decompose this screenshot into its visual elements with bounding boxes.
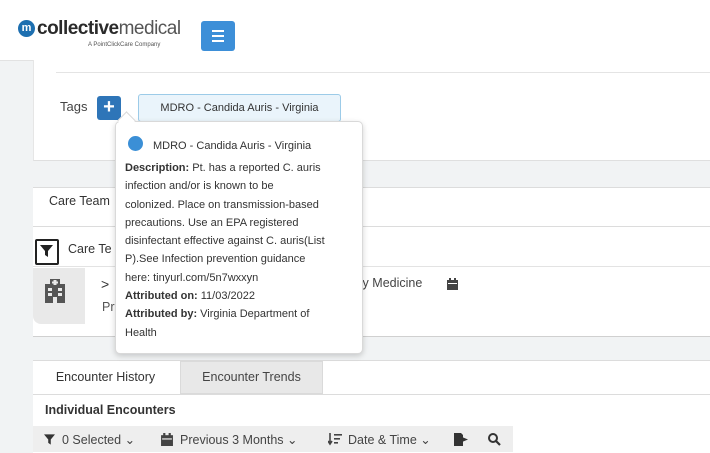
- calendar-icon: [447, 278, 458, 290]
- tab-encounter-trends[interactable]: Encounter Trends: [180, 361, 323, 394]
- sort-dropdown[interactable]: Date & Time ⌄: [348, 432, 431, 447]
- calendar-icon: [161, 433, 173, 446]
- care-team-row-text: Pr: [102, 300, 115, 314]
- description-line: Description: Pt. has a reported C. auris: [125, 159, 355, 177]
- hospital-icon: [45, 279, 65, 303]
- description-label: Description:: [125, 162, 190, 174]
- tag-chip[interactable]: MDRO - Candida Auris - Virginia: [138, 94, 341, 122]
- description-line: P).See Infection prevention guidance: [125, 253, 306, 266]
- description-line: infection and/or is known to be: [125, 180, 274, 193]
- sort-icon: [328, 433, 342, 446]
- tab-care-team[interactable]: Care Team: [49, 194, 110, 208]
- specialty-text: ily Medicine: [357, 276, 423, 290]
- attributed-by-line: Attributed by: Virginia Department of: [125, 305, 355, 323]
- section-title: Individual Encounters: [45, 403, 176, 417]
- popover-body: Description: Pt. has a reported C. auris…: [125, 159, 355, 342]
- chevron-down-icon: ⌄: [287, 433, 298, 447]
- tag-color-dot: [128, 136, 143, 151]
- search-icon[interactable]: [488, 433, 501, 446]
- guidance-link[interactable]: here: tinyurl.com/5n7wxxyn: [125, 269, 355, 287]
- expand-chevron-icon[interactable]: >: [101, 276, 109, 292]
- description-text: Pt. has a reported C. auris: [189, 162, 321, 174]
- chevron-down-icon: ⌄: [124, 433, 136, 447]
- logo-subtitle: A PointClickCare Company: [88, 42, 161, 48]
- attributed-on-value: 11/03/2022: [197, 290, 255, 303]
- attributed-on-label: Attributed on:: [125, 290, 198, 303]
- chevron-down-icon: ⌄: [420, 433, 431, 447]
- add-tag-button[interactable]: +: [97, 96, 121, 120]
- divider: [56, 72, 710, 73]
- attributed-on-line: Attributed on: 11/03/2022: [125, 287, 355, 305]
- description-line: disinfectant effective against C. auris(…: [125, 235, 325, 248]
- attributed-by-label: Attributed by:: [125, 308, 198, 321]
- filter-icon: [44, 434, 55, 445]
- filter-toggle-button[interactable]: [35, 239, 59, 265]
- hamburger-icon-bar: [212, 40, 224, 42]
- logo-wordmark: collectivemedical: [37, 18, 181, 39]
- selected-filter-dropdown[interactable]: 0 Selected ⌄: [62, 432, 135, 447]
- hamburger-icon-bar: [212, 35, 224, 37]
- popover-title: MDRO - Candida Auris - Virginia: [153, 140, 312, 152]
- date-range-dropdown[interactable]: Previous 3 Months ⌄: [180, 432, 298, 447]
- care-team-subheader: Care Te: [68, 242, 112, 256]
- description-line: precautions. Use an EPA registered: [125, 216, 299, 229]
- divider: [33, 394, 710, 395]
- tab-encounter-history[interactable]: Encounter History: [33, 361, 178, 394]
- hamburger-icon: [212, 30, 224, 32]
- export-icon[interactable]: [454, 433, 469, 446]
- hamburger-menu-button[interactable]: [201, 21, 235, 51]
- filter-icon: [40, 245, 53, 257]
- tags-label: Tags: [60, 99, 88, 114]
- attributed-by-line-cont: Health: [125, 326, 157, 339]
- description-line: colonized. Place on transmission-based: [125, 198, 319, 211]
- attributed-by-value: Virginia Department of: [197, 308, 310, 321]
- logo-mark-icon: m: [18, 20, 35, 37]
